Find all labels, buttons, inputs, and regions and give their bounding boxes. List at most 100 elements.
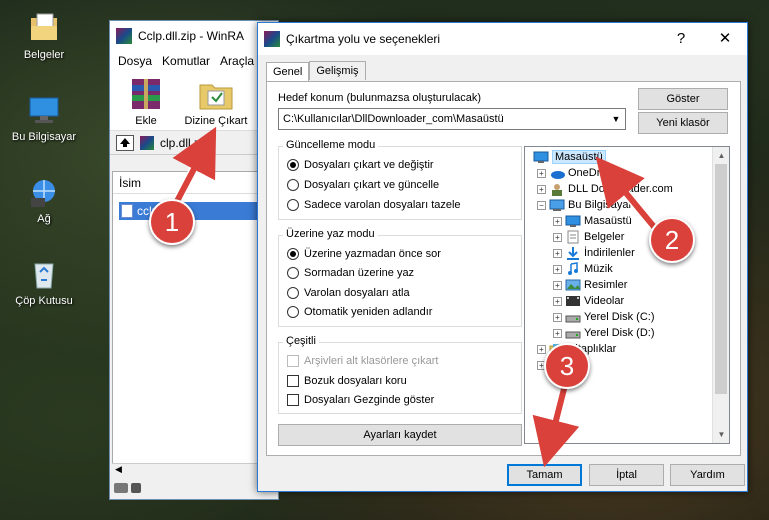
expand-icon[interactable]: + xyxy=(537,344,546,354)
dialog-titlebar[interactable]: Çıkartma yolu ve seçenekleri ? ✕ xyxy=(258,23,747,55)
radio-button[interactable] xyxy=(287,267,299,279)
winrar-toolbar: Ekle Dizine Çıkart xyxy=(110,71,278,131)
tree-item[interactable]: + Videolar xyxy=(553,293,624,309)
expand-icon[interactable]: + xyxy=(537,184,546,194)
radio-button[interactable] xyxy=(287,199,299,211)
expand-icon[interactable]: + xyxy=(553,216,562,226)
radio-button[interactable] xyxy=(287,248,299,260)
tree-item[interactable]: + Resimler xyxy=(553,277,627,293)
folder-tree[interactable]: Masaüstü + OneDr + DLL Downloader.com − Bu Bil… xyxy=(524,146,730,444)
winrar-app-icon xyxy=(116,28,132,44)
tree-item-label: Yerel Disk (C:) xyxy=(584,311,655,323)
misc-title: Çeşitli xyxy=(283,335,319,347)
misc-option-keep-broken[interactable]: Bozuk dosyaları koru xyxy=(287,375,407,387)
help-title-button[interactable]: ? xyxy=(659,23,703,55)
option-label: Otomatik yeniden adlandır xyxy=(304,306,433,318)
scroll-down-icon[interactable]: ▼ xyxy=(713,426,729,443)
scroll-thumb[interactable] xyxy=(715,164,727,394)
tree-item-label: Belgeler xyxy=(584,231,625,243)
winrar-statusbar xyxy=(110,477,278,499)
tree-item[interactable]: + OneDr xyxy=(537,165,600,181)
tree-item[interactable]: + Yerel Disk (C:) xyxy=(553,309,655,325)
update-option-replace[interactable]: Dosyaları çıkart ve değiştir xyxy=(287,159,434,171)
tree-item[interactable]: + Masaüstü xyxy=(553,213,632,229)
annotation-marker-3: 3 xyxy=(544,343,590,389)
option-label: Varolan dosyaları atla xyxy=(304,287,410,299)
option-label: Üzerine yazmadan önce sor xyxy=(304,248,441,260)
expand-icon[interactable]: + xyxy=(553,296,562,306)
option-label: Dosyaları çıkart ve değiştir xyxy=(304,159,434,171)
tree-item[interactable]: + İndirilenler xyxy=(553,245,635,261)
extract-to-button[interactable]: Dizine Çıkart xyxy=(180,75,252,127)
tree-item[interactable]: + Yerel Disk (D:) xyxy=(553,325,655,341)
downloads-icon xyxy=(567,247,579,260)
tree-item-label: Bu Bilgisayar xyxy=(568,199,633,211)
dialog-tabs: Genel Gelişmiş xyxy=(266,61,366,81)
update-option-refresh[interactable]: Sadece varolan dosyaları tazele xyxy=(287,199,461,211)
update-option-update[interactable]: Dosyaları çıkart ve güncelle xyxy=(287,179,439,191)
overwrite-option-ask[interactable]: Üzerine yazmadan önce sor xyxy=(287,248,441,260)
help-button[interactable]: Yardım xyxy=(670,464,745,486)
file-list[interactable]: İsim cclp xyxy=(112,171,278,477)
expand-icon[interactable]: + xyxy=(553,280,562,290)
overwrite-option-skip[interactable]: Varolan dosyaları atla xyxy=(287,287,410,299)
computer-icon xyxy=(549,199,565,211)
column-header-name[interactable]: İsim xyxy=(113,172,277,194)
overwrite-option-without-asking[interactable]: Sormadan üzerine yaz xyxy=(287,267,414,279)
expand-icon[interactable]: + xyxy=(537,168,546,178)
desktop-icon-computer[interactable]: Bu Bilgisayar xyxy=(4,94,84,143)
desktop-icon-label: Çöp Kutusu xyxy=(15,295,73,307)
checkbox[interactable] xyxy=(287,375,299,387)
horizontal-scrollbar[interactable]: ◀ xyxy=(112,463,278,477)
tab-advanced[interactable]: Gelişmiş xyxy=(309,61,366,80)
new-folder-button[interactable]: Yeni klasör xyxy=(638,112,728,134)
radio-button[interactable] xyxy=(287,179,299,191)
misc-option-show-in-explorer[interactable]: Dosyaları Gezginde göster xyxy=(287,394,434,406)
scroll-up-icon[interactable]: ▲ xyxy=(713,147,729,164)
expand-icon[interactable]: + xyxy=(553,328,562,338)
collapse-icon[interactable]: − xyxy=(537,200,546,210)
tab-panel-general: Hedef konum (bulunmazsa oluşturulacak) C… xyxy=(266,81,741,456)
tree-item[interactable]: + Belgeler xyxy=(553,229,624,245)
ok-button[interactable]: Tamam xyxy=(507,464,582,486)
update-mode-group: Güncelleme modu Dosyaları çıkart ve deği… xyxy=(278,139,522,220)
show-button[interactable]: Göster xyxy=(638,88,728,110)
destination-path-combo[interactable]: C:\Kullanıcılar\DllDownloader_com\Masaüs… xyxy=(278,108,626,130)
drive-status-icon xyxy=(114,483,128,493)
tree-vertical-scrollbar[interactable]: ▲ ▼ xyxy=(712,147,729,443)
checkbox[interactable] xyxy=(287,394,299,406)
save-settings-button[interactable]: Ayarları kaydet xyxy=(278,424,522,446)
radio-button[interactable] xyxy=(287,306,299,318)
tree-item[interactable]: + Müzik xyxy=(553,261,613,277)
desktop-icon-documents[interactable]: Belgeler xyxy=(4,12,84,61)
expand-icon[interactable]: + xyxy=(553,264,562,274)
chevron-down-icon[interactable]: ▼ xyxy=(607,109,625,129)
winrar-window: Cclp.dll.zip - WinRA Dosya Komutlar Araç… xyxy=(109,20,279,500)
computer-icon xyxy=(27,94,61,128)
tab-general[interactable]: Genel xyxy=(266,62,310,81)
menu-file[interactable]: Dosya xyxy=(118,54,152,68)
desktop-icon-recycle-bin[interactable]: Çöp Kutusu xyxy=(4,258,84,307)
add-button[interactable]: Ekle xyxy=(116,75,176,127)
desktop-icon-label: Ağ xyxy=(37,213,51,225)
radio-button[interactable] xyxy=(287,287,299,299)
menu-tools[interactable]: Araçla xyxy=(220,54,254,68)
tree-item[interactable]: + DLL Downloader.com xyxy=(537,181,673,197)
extract-to-button-label: Dizine Çıkart xyxy=(184,115,248,127)
overwrite-option-rename[interactable]: Otomatik yeniden adlandır xyxy=(287,306,432,318)
expand-icon[interactable]: + xyxy=(553,232,562,242)
desktop-icon-network[interactable]: Ağ xyxy=(4,176,84,225)
archive-path: clp.dll.zip xyxy=(160,135,210,150)
expand-icon[interactable]: + xyxy=(553,248,562,258)
tree-item-label: İndirilenler xyxy=(584,247,635,259)
close-button[interactable]: ✕ xyxy=(703,23,747,55)
up-folder-button[interactable] xyxy=(116,134,134,151)
menu-commands[interactable]: Komutlar xyxy=(162,54,210,68)
tree-item[interactable]: − Bu Bilgisayar xyxy=(537,197,632,213)
cancel-button[interactable]: İptal xyxy=(589,464,664,486)
tree-item-label: Müzik xyxy=(584,263,613,275)
winrar-titlebar[interactable]: Cclp.dll.zip - WinRA xyxy=(110,21,278,51)
tree-item[interactable]: Masaüstü xyxy=(533,149,606,165)
radio-button[interactable] xyxy=(287,159,299,171)
expand-icon[interactable]: + xyxy=(553,312,562,322)
